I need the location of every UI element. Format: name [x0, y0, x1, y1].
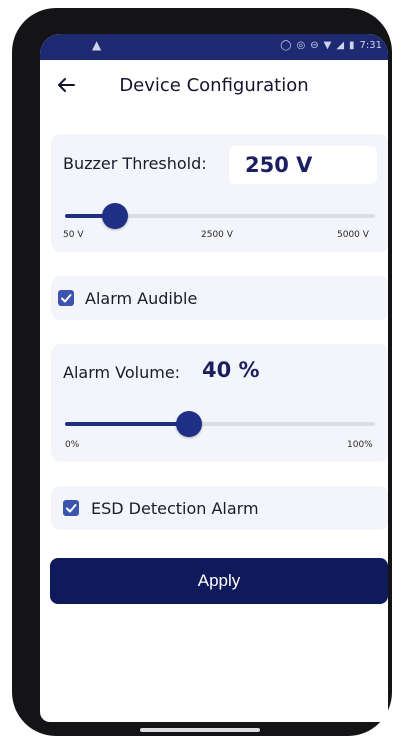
alert-triangle-icon: ▲ [92, 38, 102, 52]
alarm-volume-slider[interactable] [65, 411, 375, 437]
buzzer-threshold-value-box: 250 V [229, 146, 377, 184]
alarm-audible-checkbox[interactable] [58, 290, 74, 306]
checkmark-icon [66, 504, 77, 513]
volume-tick-max: 100% [347, 440, 373, 450]
esd-alarm-card[interactable]: ESD Detection Alarm [51, 486, 388, 530]
buzzer-threshold-slider[interactable] [65, 203, 375, 229]
volume-slider-fill [65, 422, 189, 426]
volume-slider-thumb[interactable] [176, 411, 202, 437]
buzzer-tick-mid: 2500 V [201, 230, 233, 240]
page-title: Device Configuration [119, 75, 309, 96]
status-icons: ◯ ◎ ⊖ ▼ ◢ ▮ 7:31 [280, 40, 382, 52]
buzzer-threshold-label: Buzzer Threshold: [63, 154, 207, 173]
home-indicator[interactable] [140, 728, 260, 732]
circle-icon: ◯ [280, 40, 292, 51]
alarm-audible-label: Alarm Audible [85, 289, 198, 308]
buzzer-threshold-value: 250 V [245, 153, 313, 177]
alarm-volume-card: Alarm Volume: 40 % 0% 100% [51, 344, 388, 462]
esd-alarm-label: ESD Detection Alarm [91, 499, 259, 518]
vibrate-icon: ◎ [296, 40, 306, 51]
app-screen: ▲ ◯ ◎ ⊖ ▼ ◢ ▮ 7:31 Device Configuration … [40, 34, 388, 722]
alarm-audible-card[interactable]: Alarm Audible [51, 276, 388, 320]
buzzer-tick-max: 5000 V [337, 230, 369, 240]
volume-tick-min: 0% [65, 440, 80, 450]
signal-icon: ◢ [336, 40, 345, 51]
buzzer-slider-thumb[interactable] [102, 203, 128, 229]
app-header: Device Configuration [40, 60, 388, 114]
buzzer-tick-min: 50 V [63, 230, 84, 240]
apply-button[interactable]: Apply [50, 558, 388, 604]
status-time: 7:31 [359, 40, 382, 51]
buzzer-threshold-card: Buzzer Threshold: 250 V 50 V 2500 V 5000… [51, 134, 388, 252]
status-bar: ▲ ◯ ◎ ⊖ ▼ ◢ ▮ 7:31 [40, 34, 388, 60]
alarm-volume-label: Alarm Volume: [63, 363, 181, 382]
alarm-volume-value: 40 % [202, 358, 260, 382]
phone-frame: ▲ ◯ ◎ ⊖ ▼ ◢ ▮ 7:31 Device Configuration … [12, 8, 392, 736]
checkmark-icon [61, 294, 72, 303]
wifi-icon: ▼ [323, 40, 332, 51]
dnd-icon: ⊖ [310, 40, 319, 51]
battery-icon: ▮ [349, 40, 355, 51]
esd-alarm-checkbox[interactable] [63, 500, 79, 516]
